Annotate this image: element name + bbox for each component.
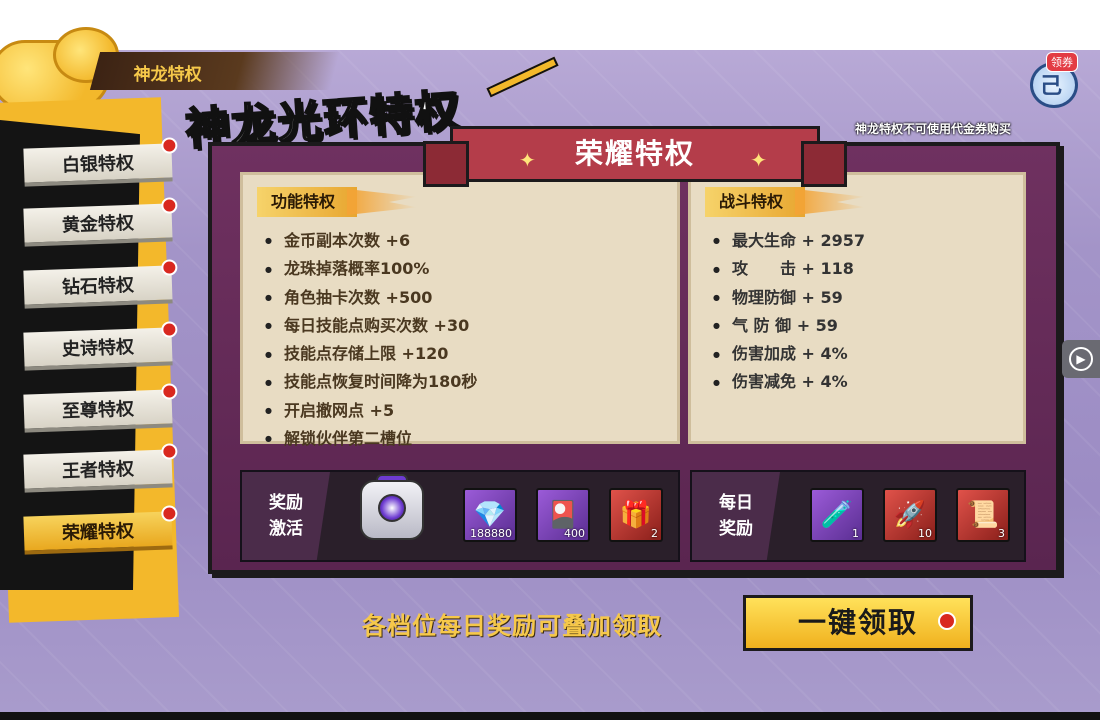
play-icon: ▶ xyxy=(1069,347,1093,371)
reward-item[interactable]: 💎 188880 xyxy=(463,488,517,542)
sidebar-item-label: 黄金特权 xyxy=(61,212,135,237)
privilege-item: 角色抽卡次数 +500 xyxy=(265,284,477,312)
reward-item[interactable]: 🎁 2 xyxy=(609,488,663,542)
sidebar-item[interactable]: 黄金特权 xyxy=(23,197,178,247)
sparkle-right-icon: ✦ xyxy=(750,148,769,172)
sidebar-item-label: 白银特权 xyxy=(61,152,135,177)
diamond-icon: 💎 xyxy=(473,500,507,530)
reward-count: 400 xyxy=(564,527,585,540)
top-tab-label: 神龙特权 xyxy=(133,65,202,85)
privilege-item: 伤害加成 + 4% xyxy=(713,340,865,368)
stacking-note: 各档位每日奖励可叠加领取 xyxy=(362,612,662,640)
sidebar-item[interactable]: 钻石特权 xyxy=(23,259,178,309)
privilege-item: 气 防 御 + 59 xyxy=(713,312,865,340)
gift-box-icon: 🎁 xyxy=(619,500,653,530)
sidebar-item[interactable]: 王者特权 xyxy=(23,443,178,493)
robot-capsule-icon xyxy=(352,474,432,554)
rocket-icon: 🚀 xyxy=(893,500,927,530)
function-privilege-header: 功能特权 xyxy=(257,187,358,217)
daily-reward-label: 每日 奖励 xyxy=(692,472,780,560)
sidebar-item[interactable]: 白银特权 xyxy=(23,137,178,187)
reward-item[interactable]: 🚀 10 xyxy=(883,488,937,542)
function-privilege-box: 功能特权 金币副本次数 +6龙珠掉落概率100%角色抽卡次数 +500每日技能点… xyxy=(240,172,680,448)
potion-bottle-icon: 🧪 xyxy=(820,500,854,530)
sidebar-item-label: 史诗特权 xyxy=(61,336,135,361)
sparkle-left-icon: ✦ xyxy=(519,148,538,172)
privilege-item: 每日技能点购买次数 +30 xyxy=(265,312,477,340)
reward-count: 1 xyxy=(852,527,859,540)
sidebar-item-label: 荣耀特权 xyxy=(61,520,135,545)
sidebar-item-label: 至尊特权 xyxy=(61,398,135,423)
reward-count: 10 xyxy=(918,527,932,540)
privilege-item: 攻 击 + 118 xyxy=(713,255,865,283)
voucher-note: 神龙特权不可使用代金券购买 xyxy=(855,122,1012,136)
sidebar-item-label: 王者特权 xyxy=(61,458,135,483)
privilege-item: 技能点存储上限 +120 xyxy=(265,340,477,368)
reward-item[interactable]: 📜 3 xyxy=(956,488,1010,542)
privilege-item: 金币副本次数 +6 xyxy=(265,227,477,255)
activation-label-line2: 激活 xyxy=(269,519,303,539)
ribbon-title-text: 荣耀特权 xyxy=(574,137,695,170)
battle-privilege-list: 最大生命 + 2957攻 击 + 118物理防御 + 59气 防 御 + 59伤… xyxy=(713,227,865,397)
reward-count: 3 xyxy=(998,527,1005,540)
privilege-item: 最大生命 + 2957 xyxy=(713,227,865,255)
bottom-edge xyxy=(0,712,1100,720)
coupon-logo-icon: 己 xyxy=(1040,74,1063,99)
battle-privilege-box: 战斗特权 最大生命 + 2957攻 击 + 118物理防御 + 59气 防 御 … xyxy=(688,172,1026,444)
reward-count: 2 xyxy=(651,527,658,540)
privilege-item: 龙珠掉落概率100% xyxy=(265,255,477,283)
card-pack-icon: 🎴 xyxy=(546,500,580,530)
activation-reward-label: 奖励 激活 xyxy=(242,472,330,560)
reward-item[interactable]: 🧪 1 xyxy=(810,488,864,542)
claim-all-button[interactable]: 一键领取 xyxy=(743,595,973,651)
battle-privilege-header: 战斗特权 xyxy=(705,187,806,217)
privilege-item: 开启撤网点 +5 xyxy=(265,397,477,425)
privilege-item: 物理防御 + 59 xyxy=(713,284,865,312)
robot-eye xyxy=(378,494,406,522)
function-privilege-list: 金币副本次数 +6龙珠掉落概率100%角色抽卡次数 +500每日技能点购买次数 … xyxy=(265,227,477,453)
top-white-bar xyxy=(0,0,1100,50)
sidebar-item-label: 钻石特权 xyxy=(61,274,135,299)
panel-ribbon-title: ✦ 荣耀特权 ✦ xyxy=(423,126,847,187)
sidebar-item[interactable]: 史诗特权 xyxy=(23,321,178,371)
reward-count: 188880 xyxy=(470,527,512,540)
coupon-badge: 领券 xyxy=(1046,52,1078,72)
sidebar-item[interactable]: 荣耀特权 xyxy=(23,505,178,555)
coupon-button[interactable]: 己 领券 xyxy=(1018,52,1090,108)
daily-label-line2: 奖励 xyxy=(719,519,753,539)
claim-all-label: 一键领取 xyxy=(797,606,918,639)
privilege-item: 解锁伙伴第二槽位 xyxy=(265,425,477,453)
privilege-item: 伤害减免 + 4% xyxy=(713,368,865,396)
next-page-button[interactable]: ▶ xyxy=(1062,340,1100,378)
activation-label-line1: 奖励 xyxy=(269,493,303,513)
sidebar-item[interactable]: 至尊特权 xyxy=(23,383,178,433)
daily-label-line1: 每日 xyxy=(719,493,753,513)
claim-red-dot-icon xyxy=(938,612,956,630)
privilege-item: 技能点恢复时间降为180秒 xyxy=(265,368,477,396)
scroll-icon: 📜 xyxy=(966,500,1000,530)
reward-item[interactable]: 🎴 400 xyxy=(536,488,590,542)
